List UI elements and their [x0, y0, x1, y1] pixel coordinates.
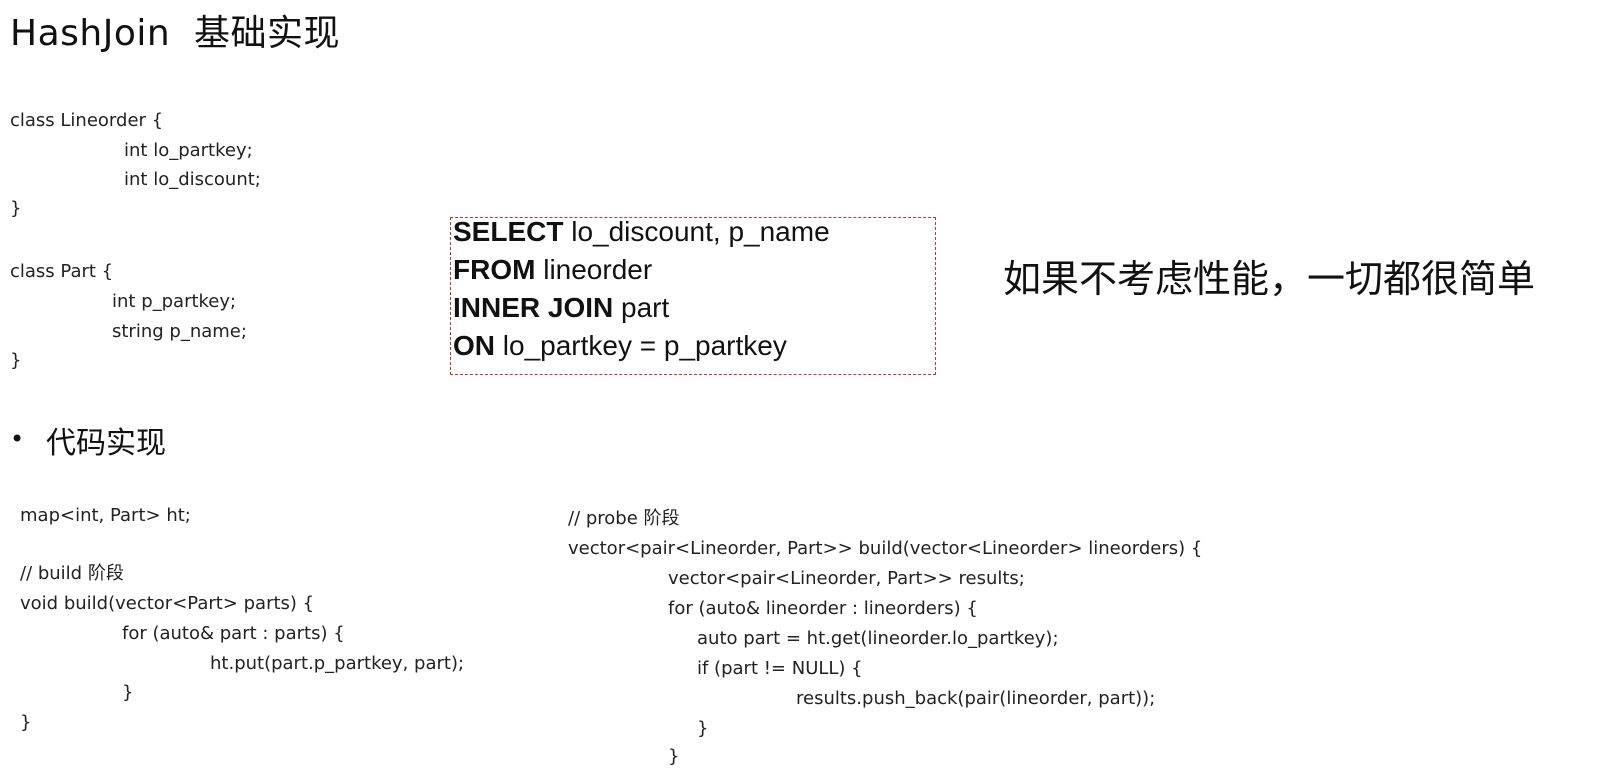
code-line: }	[697, 718, 709, 739]
code-line: int lo_partkey;	[124, 140, 253, 161]
sql-text: lo_partkey = p_partkey	[495, 330, 787, 361]
code-line: vector<pair<Lineorder, Part>> results;	[668, 568, 1025, 589]
code-line: if (part != NULL) {	[697, 658, 863, 679]
code-line: int lo_discount;	[124, 169, 261, 190]
bullet-marker: •	[10, 425, 25, 453]
sql-text: part	[613, 292, 670, 323]
sql-line: INNER JOIN part	[453, 292, 669, 324]
code-line: ht.put(part.p_partkey, part);	[210, 653, 465, 674]
code-line: map<int, Part> ht;	[20, 505, 191, 526]
code-line: // probe 阶段	[568, 508, 680, 529]
code-line: auto part = ht.get(lineorder.lo_partkey)…	[697, 628, 1059, 649]
sql-keyword: SELECT	[453, 216, 564, 247]
sql-keyword: FROM	[453, 254, 536, 285]
code-line: }	[10, 198, 22, 219]
code-line: class Part {	[10, 261, 114, 282]
code-line: string p_name;	[112, 321, 247, 342]
sql-keyword: ON	[453, 330, 495, 361]
code-line: vector<pair<Lineorder, Part>> build(vect…	[568, 538, 1203, 559]
sql-keyword: INNER JOIN	[453, 292, 614, 323]
sql-text: lineorder	[535, 254, 653, 285]
code-line: class Lineorder {	[10, 110, 164, 131]
code-line: }	[122, 682, 134, 703]
code-line: }	[10, 350, 22, 371]
code-line: for (auto& lineorder : lineorders) {	[668, 598, 978, 619]
sql-line: SELECT lo_discount, p_name	[453, 216, 830, 248]
code-line: void build(vector<Part> parts) {	[20, 593, 315, 614]
sql-line: ON lo_partkey = p_partkey	[453, 330, 787, 362]
bullet-text: 代码实现	[46, 426, 166, 461]
code-line: // build 阶段	[20, 563, 124, 584]
code-line: }	[668, 746, 680, 767]
sql-query-box: SELECT lo_discount, p_name FROM lineorde…	[450, 216, 936, 375]
code-line: results.push_back(pair(lineorder, part))…	[796, 688, 1156, 709]
side-note: 如果不考虑性能，一切都很简单	[1003, 257, 1536, 301]
sql-text: lo_discount, p_name	[563, 216, 830, 247]
code-line: for (auto& part : parts) {	[122, 623, 345, 644]
code-line: int p_partkey;	[112, 291, 237, 312]
code-line: }	[20, 712, 32, 733]
page-title: HashJoin 基础实现	[10, 13, 341, 54]
sql-line: FROM lineorder	[453, 254, 652, 286]
